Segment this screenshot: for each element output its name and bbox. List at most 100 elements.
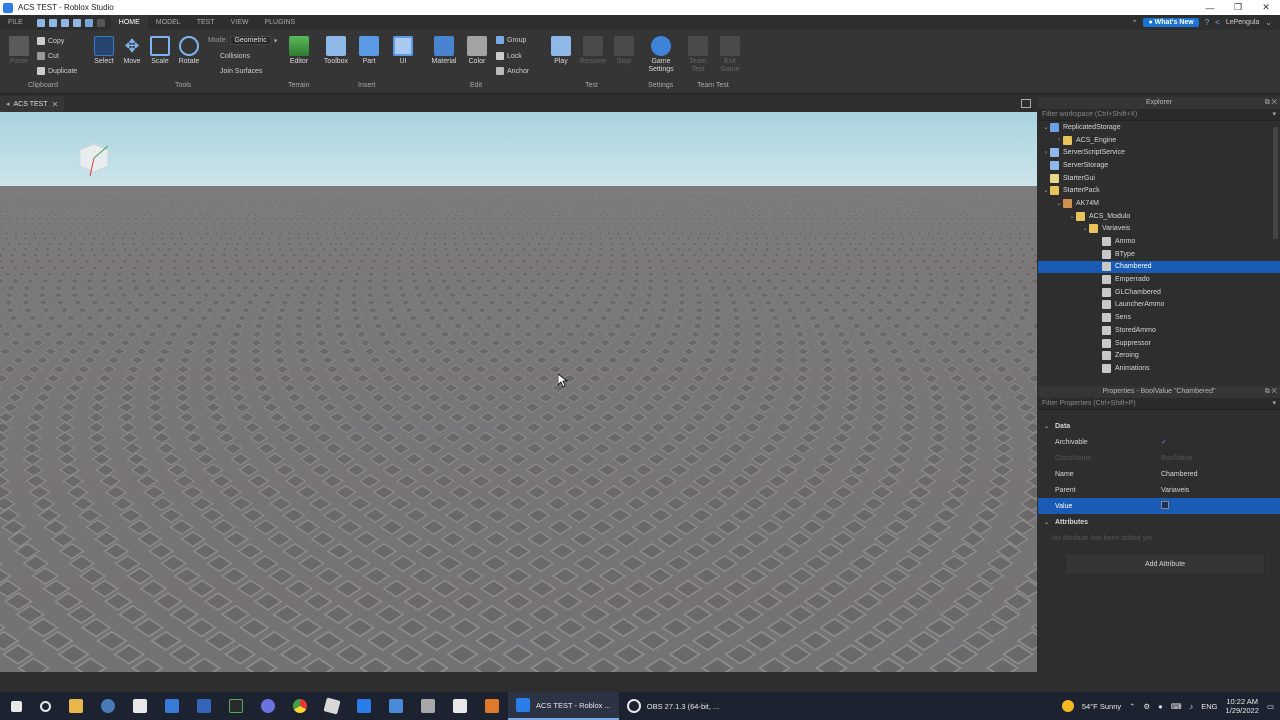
lock-button[interactable]: Lock <box>496 52 522 60</box>
ui-button[interactable]: UI <box>390 36 416 66</box>
color-label: Color <box>468 58 486 65</box>
3d-viewport[interactable] <box>0 112 1037 672</box>
duplicate-button[interactable]: Duplicate <box>37 67 77 75</box>
publish-icon[interactable] <box>72 18 81 27</box>
mode-chevron-down-icon: ▾ <box>273 37 278 45</box>
stop-button[interactable]: Stop <box>611 36 637 66</box>
document-tabs: ◂ ACS TEST ✕ <box>0 96 1037 112</box>
tab-view[interactable]: VIEW <box>223 15 257 30</box>
menu-bar: FILE HOME MODEL TEST VIEW PLUGINS ⌃ ● Wh… <box>0 15 1280 30</box>
tab-plugins[interactable]: PLUGINS <box>256 15 303 30</box>
duplicate-icon <box>37 67 45 75</box>
doc-tab-acs-test[interactable]: ◂ ACS TEST ✕ <box>0 96 65 112</box>
select-label: Select <box>94 58 114 65</box>
tab-home[interactable]: HOME <box>110 15 148 30</box>
collisions-toggle[interactable]: Collisions <box>220 53 250 60</box>
user-name[interactable]: LePengula <box>1226 19 1259 26</box>
material-button[interactable]: Material <box>431 36 457 66</box>
collapse-ribbon-icon[interactable]: ⌃ <box>1132 19 1138 27</box>
resume-button[interactable]: Resume <box>580 36 606 66</box>
toolbox-button[interactable]: Toolbox <box>323 36 349 66</box>
mode-value[interactable]: Geometric <box>230 36 271 45</box>
game-settings-label: Game Settings <box>648 58 673 74</box>
scale-button[interactable]: Scale <box>147 36 173 66</box>
minimize-icon[interactable]: — <box>1196 0 1224 15</box>
rotate-button[interactable]: Rotate <box>176 36 202 66</box>
whats-new-label: What's New <box>1154 19 1194 26</box>
share-icon[interactable]: < <box>1215 18 1220 27</box>
team-test-label-line1: Team <box>689 58 707 65</box>
copy-button[interactable]: Copy <box>37 37 64 45</box>
team-test-button[interactable]: Team Test <box>685 36 711 74</box>
scale-icon <box>150 36 170 56</box>
resume-label: Resume <box>579 58 607 65</box>
terrain-editor-label: Editor <box>289 58 309 65</box>
tab-test[interactable]: TEST <box>189 15 223 30</box>
exit-game-label-line1: Exit <box>724 58 736 65</box>
paste-icon <box>9 36 29 56</box>
ui-icon <box>393 36 413 56</box>
cut-button[interactable]: Cut <box>37 52 59 60</box>
insert-group-label: Insert <box>358 82 376 89</box>
roblox-studio-window: ACS TEST - Roblox Studio — ❐ ✕ FILE HOME… <box>0 0 1280 720</box>
clipboard-group-label: Clipboard <box>28 82 58 89</box>
move-label: Move <box>123 58 141 65</box>
part-label: Part <box>362 58 376 65</box>
baseplate-stud-pattern <box>0 186 1037 672</box>
user-menu-chevron-icon[interactable]: ⌄ <box>1265 18 1272 27</box>
roblox-studio-icon <box>3 2 13 13</box>
color-button[interactable]: Color <box>464 36 490 66</box>
copy-icon <box>37 37 45 45</box>
save-icon[interactable] <box>60 18 69 27</box>
mode-selector[interactable]: Mode: Geometric ▾ <box>208 36 277 45</box>
edit-group-label: Edit <box>470 82 483 89</box>
place-icon: ◂ <box>6 101 10 108</box>
rotate-label: Rotate <box>178 58 200 65</box>
maximize-icon[interactable]: ❐ <box>1224 0 1252 15</box>
open-icon[interactable] <box>48 18 57 27</box>
resume-icon <box>583 36 603 56</box>
gear-icon <box>651 36 671 56</box>
close-tab-icon[interactable]: ✕ <box>52 100 59 109</box>
move-button[interactable]: ✥ Move <box>119 36 145 66</box>
title-bar: ACS TEST - Roblox Studio — ❐ ✕ <box>0 0 1280 15</box>
viewport-maximize-icon[interactable] <box>1021 99 1031 108</box>
exit-game-label-line2: Game <box>720 66 740 73</box>
redo-icon[interactable] <box>96 18 105 27</box>
menu-right-area: ⌃ ● What's New ? < LePengula ⌄ <box>1132 15 1280 30</box>
anchor-label: Anchor <box>507 67 530 75</box>
tab-model[interactable]: MODEL <box>148 15 189 30</box>
duplicate-label: Duplicate <box>48 67 78 75</box>
join-surfaces-toggle[interactable]: Join Surfaces <box>220 68 262 75</box>
game-settings-button[interactable]: Game Settings <box>648 36 674 74</box>
new-icon[interactable] <box>36 18 45 27</box>
anchor-icon <box>496 67 504 75</box>
cut-icon <box>37 52 45 60</box>
window-controls: — ❐ ✕ <box>1196 0 1280 15</box>
part-button[interactable]: Part <box>356 36 382 66</box>
team-test-icon <box>688 36 708 56</box>
play-label: Play <box>554 58 568 65</box>
exit-game-button[interactable]: Exit Game <box>717 36 743 74</box>
tab-file[interactable]: FILE <box>0 15 31 30</box>
whats-new-button[interactable]: ● What's New <box>1143 18 1199 27</box>
group-button[interactable]: Group <box>496 36 526 44</box>
ribbon-home: Paste Copy Cut Duplicate Clipboard Selec… <box>0 30 1280 94</box>
scale-label: Scale <box>151 58 169 65</box>
select-button[interactable]: Select <box>91 36 117 66</box>
stop-label: Stop <box>616 58 632 65</box>
play-button[interactable]: Play <box>548 36 574 66</box>
part-cube-icon <box>359 36 379 56</box>
baseplate-ground <box>0 186 1037 672</box>
copy-label: Copy <box>48 37 65 45</box>
close-icon[interactable]: ✕ <box>1252 0 1280 15</box>
join-surfaces-label: Join Surfaces <box>220 68 263 75</box>
terrain-editor-button[interactable]: Editor <box>286 36 312 66</box>
paste-button[interactable]: Paste <box>6 36 32 66</box>
undo-icon[interactable] <box>84 18 93 27</box>
ui-label: UI <box>399 58 407 65</box>
anchor-button[interactable]: Anchor <box>496 67 529 75</box>
terrain-editor-icon <box>289 36 309 56</box>
help-icon[interactable]: ? <box>1205 18 1209 27</box>
team-test-label: Team Test <box>689 58 706 74</box>
